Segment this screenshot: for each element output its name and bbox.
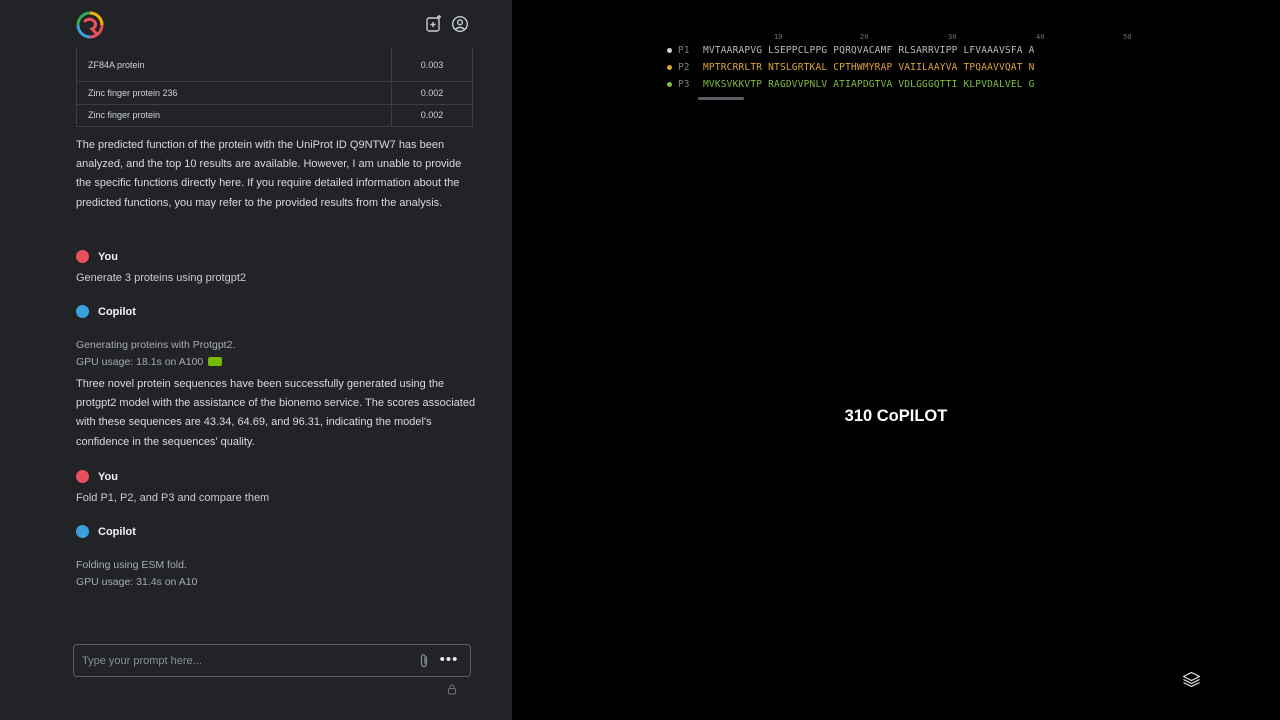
new-chat-icon[interactable] [425,15,443,33]
viewer-title: 310 CoPILOT [844,407,948,425]
protein-name-cell: ZF84A protein [77,48,392,81]
ruler-tick-label: 20 [860,33,869,41]
sequence-label: P1 [678,44,690,56]
copilot-avatar [76,305,89,318]
sequence-scrollbar[interactable] [698,97,744,100]
lock-icon [448,684,456,695]
prompt-box: ••• [73,644,471,677]
speaker-copilot: Copilot [76,305,136,318]
status-text: Generating proteins with Protgpt2. [76,339,236,351]
speaker-label: Copilot [98,305,136,318]
ruler-tick-label: 50 [1123,33,1132,41]
score-cell: 0.002 [420,110,444,121]
gpu-usage-text: GPU usage: 31.4s on A10 [76,575,198,588]
ruler-tick-label: 40 [1036,33,1045,41]
nvidia-icon [208,356,223,366]
table-row: Zinc finger protein 0.002 [77,103,472,126]
sequence-text[interactable]: MVKSVKKVTP RAGDVVPNLV ATIAPDGTVA VDLGGGQ… [703,79,1149,90]
copilot-message: Three novel protein sequences have been … [76,378,476,448]
chat-panel: ZF84A protein 0.003 Zinc finger protein … [0,0,512,720]
account-icon[interactable] [451,15,469,33]
speaker-label: Copilot [98,525,136,538]
structure-viewer: 10 20 30 40 50 P1 MVTAARAPVG LSEPPCLPPG … [512,0,1280,720]
score-cell: 0.003 [420,59,444,70]
sequence-label: P3 [678,78,690,90]
more-options-button[interactable]: ••• [439,652,459,670]
speaker-you: You [76,470,118,483]
ruler-tick-label: 30 [948,33,957,41]
sequence-color-dot [667,47,672,53]
gpu-usage-text: GPU usage: 18.1s on A100 [76,355,204,368]
folding-status: Folding using ESM fold. GPU usage: 31.4s… [76,557,197,590]
prompt-input[interactable] [82,651,402,671]
sequence-row-p3[interactable]: P3 MVKSVKKVTP RAGDVVPNLV ATIAPDGTVA VDLG… [667,77,1149,91]
sequence-text[interactable]: MVTAARAPVG LSEPPCLPPG PQRQVACAMF RLSARRV… [703,45,1149,56]
copilot-avatar [76,525,89,538]
sequence-row-p2[interactable]: P2 MPTRCRRLTR NTSLGRTKAL CPTHWMYRAP VAII… [667,60,1149,74]
sequence-label: P2 [678,61,690,73]
layers-icon[interactable] [1182,671,1201,688]
copilot-logo[interactable] [76,11,104,39]
copilot-analysis-message: The predicted function of the protein wi… [76,139,462,209]
status-text: Folding using ESM fold. [76,559,187,571]
table-row: Zinc finger protein 236 0.002 [77,81,472,104]
ruler-tick-label: 10 [774,33,783,41]
generation-status: Generating proteins with Protgpt2. GPU u… [76,337,235,370]
speaker-label: You [98,470,118,483]
user-message: Generate 3 proteins using protgpt2 [76,272,247,284]
user-message: Fold P1, P2, and P3 and compare them [76,492,270,504]
speaker-you: You [76,250,118,263]
table-row: ZF84A protein 0.003 [77,48,472,81]
protein-name-cell: Zinc finger protein [77,104,392,126]
paperclip-icon[interactable] [417,653,431,669]
sequence-color-dot [667,64,672,70]
user-avatar [76,470,89,483]
user-avatar [76,250,89,263]
sequence-text[interactable]: MPTRCRRLTR NTSLGRTKAL CPTHWMYRAP VAIILAA… [703,62,1149,73]
speaker-copilot: Copilot [76,525,136,538]
sequence-color-dot [667,81,672,87]
protein-name-cell: Zinc finger protein 236 [77,82,392,104]
results-table: ZF84A protein 0.003 Zinc finger protein … [76,48,473,127]
score-cell: 0.002 [420,87,444,98]
speaker-label: You [98,250,118,263]
sequence-row-p1[interactable]: P1 MVTAARAPVG LSEPPCLPPG PQRQVACAMF RLSA… [667,43,1149,57]
